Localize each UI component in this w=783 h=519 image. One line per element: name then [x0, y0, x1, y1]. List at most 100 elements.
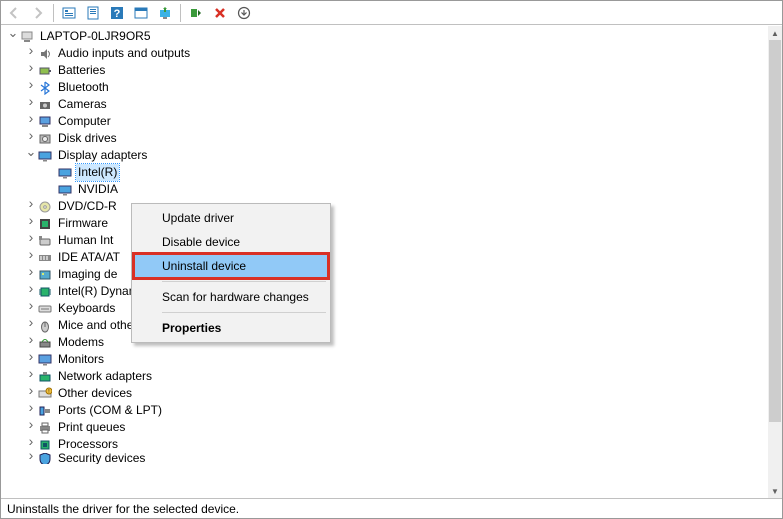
- tree-category[interactable]: Keyboards: [5, 300, 768, 317]
- tree-category[interactable]: Firmware: [5, 215, 768, 232]
- tree-root[interactable]: LAPTOP-0LJR9OR5: [5, 28, 768, 45]
- tree-category[interactable]: Imaging de: [5, 266, 768, 283]
- tree-category[interactable]: IDE ATA/AT: [5, 249, 768, 266]
- tree-label: Display adapters: [56, 147, 149, 164]
- properties-button[interactable]: [82, 3, 104, 23]
- chip-icon: [37, 284, 53, 300]
- forward-button[interactable]: [27, 3, 49, 23]
- tree-label: Bluetooth: [56, 79, 111, 96]
- back-button[interactable]: [3, 3, 25, 23]
- tree-label: Monitors: [56, 351, 106, 368]
- tree-label: Computer: [56, 113, 113, 130]
- tree-category-display-adapters[interactable]: Display adapters: [5, 147, 768, 164]
- printer-icon: [37, 420, 53, 436]
- expander-icon[interactable]: [25, 435, 37, 454]
- tree-category[interactable]: Security devices: [5, 453, 768, 464]
- tree-category[interactable]: Human Int: [5, 232, 768, 249]
- scroll-thumb[interactable]: [769, 40, 781, 422]
- uninstall-device-button[interactable]: [233, 3, 255, 23]
- tree-category[interactable]: Batteries: [5, 62, 768, 79]
- port-icon: [37, 403, 53, 419]
- mouse-icon: [37, 318, 53, 334]
- tree-device-intel[interactable]: Intel(R): [5, 164, 768, 181]
- tree-label: Intel(R): [76, 164, 119, 181]
- tree-label: Audio inputs and outputs: [56, 45, 192, 62]
- enable-device-button[interactable]: [185, 3, 207, 23]
- vertical-scrollbar[interactable]: ▲ ▼: [768, 26, 782, 498]
- tree-category[interactable]: Mice and other pointing devices: [5, 317, 768, 334]
- computer-icon: [37, 114, 53, 130]
- device-tree[interactable]: LAPTOP-0LJR9OR5 Audio inputs and outputs…: [1, 26, 768, 498]
- tree-category[interactable]: Disk drives: [5, 130, 768, 147]
- tree-label: Disk drives: [56, 130, 119, 147]
- disk-icon: [37, 131, 53, 147]
- scan-button[interactable]: [130, 3, 152, 23]
- show-hidden-button[interactable]: [58, 3, 80, 23]
- tree-category[interactable]: Audio inputs and outputs: [5, 45, 768, 62]
- tree-category[interactable]: Monitors: [5, 351, 768, 368]
- tree-category[interactable]: Bluetooth: [5, 79, 768, 96]
- audio-icon: [37, 46, 53, 62]
- tree-category[interactable]: Print queues: [5, 419, 768, 436]
- tree-label: Firmware: [56, 215, 110, 232]
- context-menu: Update driver Disable device Uninstall d…: [131, 203, 331, 343]
- tree-label: Modems: [56, 334, 106, 351]
- tree-category[interactable]: ! Other devices: [5, 385, 768, 402]
- bluetooth-icon: [37, 80, 53, 96]
- display-icon: [37, 148, 53, 164]
- tree-category[interactable]: Ports (COM & LPT): [5, 402, 768, 419]
- tree-label: Ports (COM & LPT): [56, 402, 164, 419]
- camera-icon: [37, 97, 53, 113]
- tree-device-nvidia[interactable]: NVIDIA: [5, 181, 768, 198]
- disable-device-button[interactable]: [209, 3, 231, 23]
- tree-label: Processors: [56, 436, 120, 453]
- tree-category[interactable]: Cameras: [5, 96, 768, 113]
- scroll-up-button[interactable]: ▲: [768, 26, 782, 40]
- toolbar: ?: [1, 1, 782, 25]
- scroll-track[interactable]: [768, 40, 782, 484]
- cm-separator: [162, 281, 326, 282]
- other-icon: !: [37, 386, 53, 402]
- modem-icon: [37, 335, 53, 351]
- status-bar: Uninstalls the driver for the selected d…: [1, 498, 782, 518]
- expander-icon[interactable]: [25, 146, 37, 165]
- security-icon: [37, 453, 53, 464]
- device-manager-window: ? LAPTOP-0LJR9OR5: [0, 0, 783, 519]
- expander-icon[interactable]: [7, 27, 19, 46]
- tree-label: Network adapters: [56, 368, 154, 385]
- imaging-icon: [37, 267, 53, 283]
- help-button[interactable]: ?: [106, 3, 128, 23]
- tree-pane: LAPTOP-0LJR9OR5 Audio inputs and outputs…: [1, 25, 782, 498]
- ide-icon: [37, 250, 53, 266]
- dvd-icon: [37, 199, 53, 215]
- scroll-down-button[interactable]: ▼: [768, 484, 782, 498]
- tree-label: Keyboards: [56, 300, 117, 317]
- monitor-icon: [37, 352, 53, 368]
- firmware-icon: [37, 216, 53, 232]
- update-driver-button[interactable]: [154, 3, 176, 23]
- tree-category[interactable]: DVD/CD-R: [5, 198, 768, 215]
- cm-properties[interactable]: Properties: [134, 316, 328, 340]
- tree-category[interactable]: Computer: [5, 113, 768, 130]
- cm-separator: [162, 312, 326, 313]
- tree-label: Other devices: [56, 385, 134, 402]
- tree-root-label: LAPTOP-0LJR9OR5: [38, 28, 153, 45]
- tree-category[interactable]: Processors: [5, 436, 768, 453]
- tree-category[interactable]: Modems: [5, 334, 768, 351]
- tree-label: NVIDIA: [76, 181, 120, 198]
- tree-category[interactable]: Network adapters: [5, 368, 768, 385]
- keyboard-icon: [37, 301, 53, 317]
- battery-icon: [37, 63, 53, 79]
- cm-update-driver[interactable]: Update driver: [134, 206, 328, 230]
- svg-text:!: !: [48, 389, 49, 395]
- tree-category[interactable]: Intel(R) Dynamic Platform and Thermal Fr…: [5, 283, 768, 300]
- network-icon: [37, 369, 53, 385]
- tree-label: IDE ATA/AT: [56, 249, 122, 266]
- tree-label: DVD/CD-R: [56, 198, 119, 215]
- cm-uninstall-device[interactable]: Uninstall device: [134, 254, 328, 278]
- cm-disable-device[interactable]: Disable device: [134, 230, 328, 254]
- display-icon: [57, 165, 73, 181]
- cm-scan-hardware[interactable]: Scan for hardware changes: [134, 285, 328, 309]
- tree-label: Security devices: [56, 453, 147, 464]
- expander-icon[interactable]: [25, 453, 37, 464]
